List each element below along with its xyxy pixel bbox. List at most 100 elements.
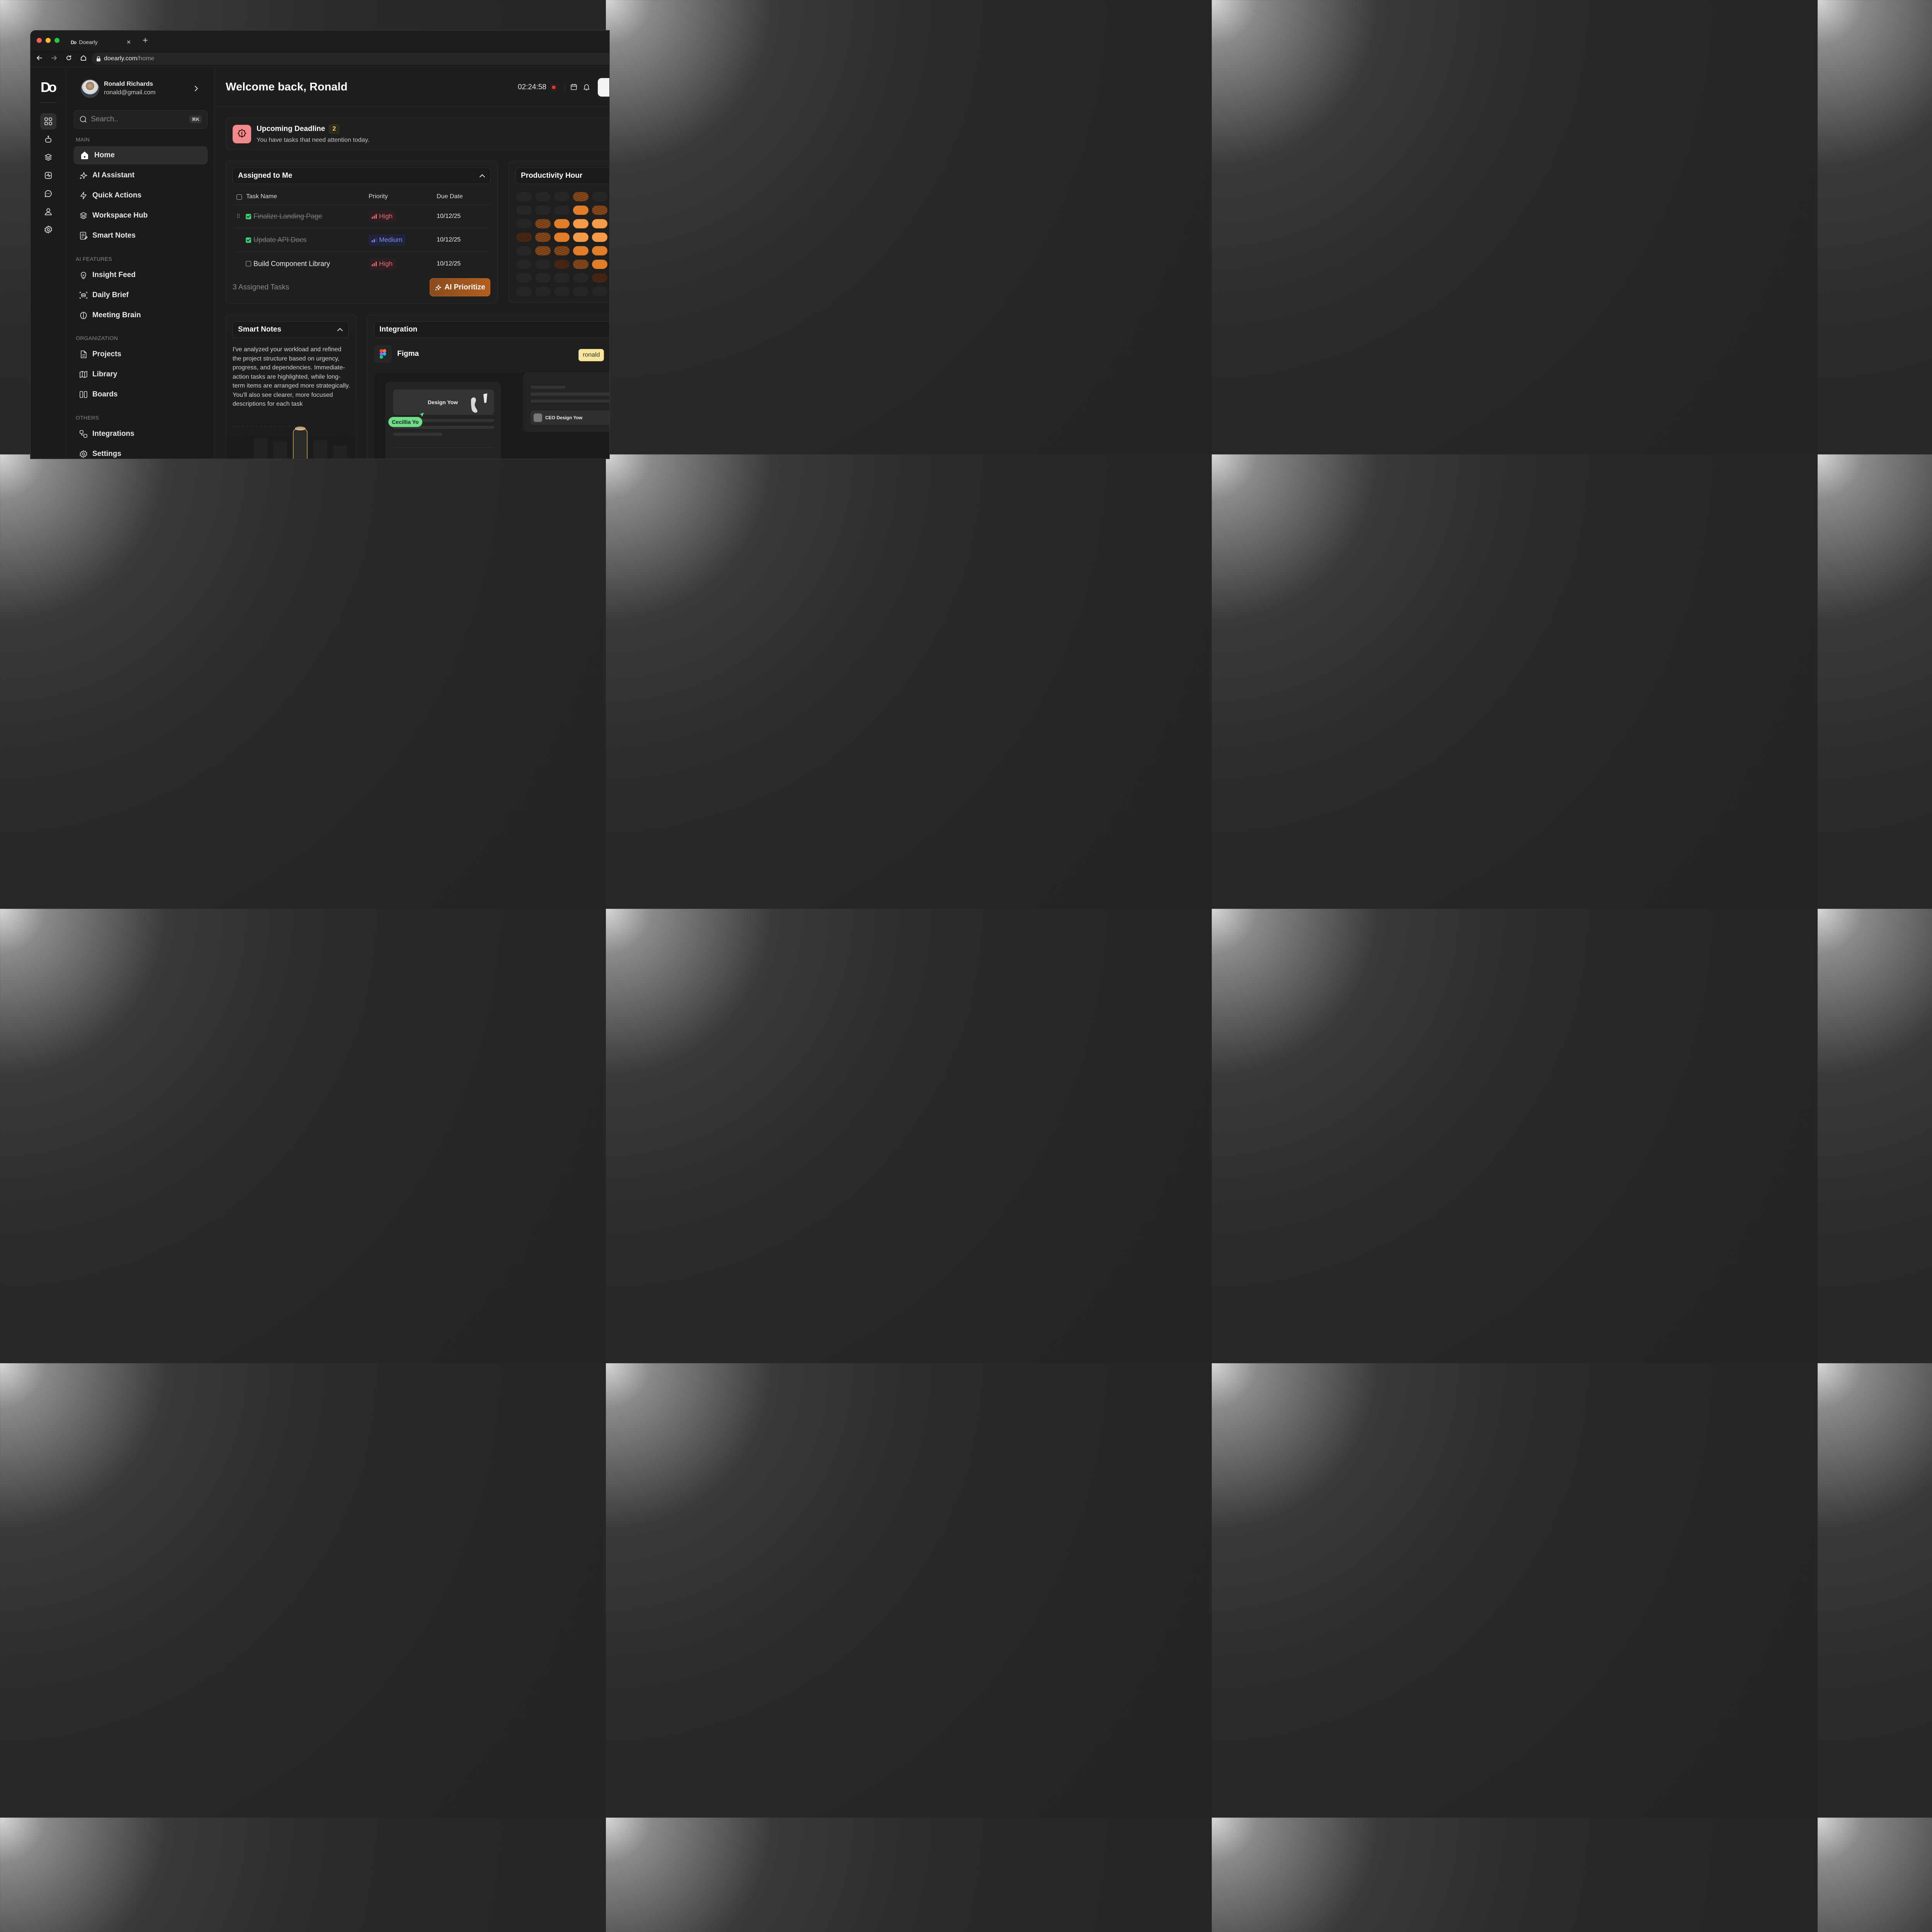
deadline-card[interactable]: Upcoming Deadline 2 You have tasks that … bbox=[226, 117, 609, 150]
heatmap-cell bbox=[516, 219, 532, 228]
bulb-icon bbox=[81, 272, 86, 279]
ceo-chip-label: CEO Design Yow bbox=[545, 415, 583, 420]
window-controls bbox=[37, 38, 60, 43]
rail-chat-button[interactable] bbox=[40, 185, 56, 202]
assigned-header[interactable]: Assigned to Me bbox=[233, 168, 491, 184]
robot-icon bbox=[45, 136, 51, 143]
sidebar-item-ai-assistant[interactable]: AI Assistant bbox=[74, 167, 207, 184]
priority-badge: High bbox=[369, 211, 396, 222]
home-browser-icon[interactable] bbox=[80, 54, 87, 61]
rail-dashboard-button[interactable] bbox=[40, 113, 56, 129]
browser-tab[interactable]: Do Doearly ✕ bbox=[66, 35, 136, 49]
sidebar-item-label: Home bbox=[94, 151, 115, 159]
drag-handle-icon[interactable]: ⠿ bbox=[236, 213, 240, 220]
section-ai-label: AI FEATURES bbox=[76, 256, 112, 262]
alert-badge-icon bbox=[233, 125, 251, 143]
select-all-checkbox[interactable] bbox=[236, 194, 242, 200]
calendar-icon[interactable] bbox=[570, 83, 578, 91]
ai-prioritize-label: AI Prioritize bbox=[444, 283, 485, 291]
integration-header[interactable]: Integration bbox=[374, 321, 609, 338]
rail-layers-button[interactable] bbox=[40, 149, 56, 165]
cursor-arrow-icon bbox=[418, 412, 425, 418]
ai-prioritize-button[interactable]: AI Prioritize bbox=[430, 278, 490, 296]
priority-badge: Medium bbox=[369, 234, 406, 246]
sidebar-item-integrations[interactable]: Integrations bbox=[74, 425, 207, 443]
browser-window: Do Doearly ✕ + doearly.com /home Do Rona… bbox=[30, 30, 610, 459]
preview-divider bbox=[393, 447, 494, 448]
close-window-button[interactable] bbox=[37, 38, 42, 43]
page-title: Welcome back, Ronald bbox=[226, 81, 348, 93]
table-header: Task Name Priority Due Date bbox=[233, 191, 491, 205]
figma-label: Figma bbox=[397, 350, 419, 358]
heatmap-cell bbox=[516, 287, 532, 296]
section-others-label: OTHERS bbox=[76, 415, 99, 421]
back-arrow-icon[interactable] bbox=[36, 54, 43, 61]
url-path: /home bbox=[137, 55, 155, 62]
table-row[interactable]: Update API Docs Medium 10/12/25 bbox=[233, 228, 491, 252]
heatmap-cell bbox=[516, 273, 532, 282]
sidebar-item-insight-feed[interactable]: Insight Feed bbox=[74, 266, 207, 284]
sidebar-item-meeting-brain[interactable]: Meeting Brain bbox=[74, 306, 207, 324]
sidebar-item-projects[interactable]: Projects bbox=[74, 345, 207, 363]
preview-panel: Design Yow Cecillia Yo bbox=[385, 382, 501, 459]
deadline-title-text: Upcoming Deadline bbox=[257, 125, 325, 133]
task-checkbox[interactable] bbox=[246, 261, 251, 267]
sidebar-item-library[interactable]: Library bbox=[74, 366, 207, 383]
user-profile[interactable]: Ronald Richards ronald@gmail.com bbox=[81, 79, 156, 98]
bell-icon[interactable] bbox=[583, 83, 590, 91]
rail-activity-button[interactable] bbox=[40, 167, 56, 184]
figma-integration-row[interactable]: Figma bbox=[374, 345, 419, 363]
chevron-up-icon[interactable] bbox=[337, 327, 343, 333]
close-tab-icon[interactable]: ✕ bbox=[126, 39, 131, 46]
sidebar-item-home[interactable]: Home bbox=[74, 146, 207, 164]
sidebar-item-workspace-hub[interactable]: Workspace Hub bbox=[74, 207, 207, 224]
url-host: doearly.com bbox=[104, 55, 137, 62]
sidebar: Ronald Richards ronald@gmail.com ⌘K MAIN… bbox=[66, 67, 214, 459]
assigned-count: 3 Assigned Tasks bbox=[233, 283, 289, 291]
url-field[interactable]: doearly.com /home bbox=[92, 53, 609, 65]
session-timer[interactable]: 02:24:58 bbox=[518, 83, 557, 92]
table-row[interactable]: ⠿ Finalize Landing Page High 10/12/25 bbox=[233, 205, 491, 228]
heatmap-cell bbox=[535, 287, 551, 296]
tab-title: Doearly bbox=[79, 39, 98, 45]
sidebar-item-daily-brief[interactable]: Daily Brief bbox=[74, 286, 207, 304]
smart-notes-header[interactable]: Smart Notes bbox=[233, 321, 349, 338]
record-stop-icon[interactable] bbox=[550, 84, 557, 91]
home-icon bbox=[81, 151, 88, 159]
sidebar-item-label: Workspace Hub bbox=[92, 211, 148, 219]
book-icon bbox=[80, 371, 87, 378]
heatmap-cell bbox=[573, 192, 588, 201]
address-bar: doearly.com /home bbox=[31, 51, 609, 67]
sidebar-item-smart-notes[interactable]: Smart Notes bbox=[74, 227, 207, 245]
avatar bbox=[534, 413, 542, 422]
search-shortcut: ⌘K bbox=[189, 116, 202, 123]
maximize-window-button[interactable] bbox=[54, 38, 60, 43]
rail-profile-button[interactable] bbox=[40, 204, 56, 220]
heatmap-cell bbox=[554, 260, 570, 269]
task-checkbox[interactable] bbox=[246, 214, 251, 219]
task-checkbox[interactable] bbox=[246, 237, 251, 243]
chevron-right-icon[interactable] bbox=[194, 85, 199, 92]
search-input[interactable] bbox=[91, 115, 186, 124]
forward-arrow-icon[interactable] bbox=[51, 54, 58, 61]
sidebar-item-boards[interactable]: Boards bbox=[74, 386, 207, 403]
sparkle-icon bbox=[435, 284, 442, 291]
action-button[interactable] bbox=[598, 78, 609, 97]
sidebar-item-label: Integrations bbox=[92, 430, 134, 438]
preview-side-panel: CEO Design Yow bbox=[523, 372, 609, 432]
sidebar-item-settings[interactable]: Settings bbox=[74, 445, 207, 459]
sidebar-item-quick-actions[interactable]: Quick Actions bbox=[74, 187, 207, 204]
avatar bbox=[81, 79, 99, 98]
heatmap-cell bbox=[554, 287, 570, 296]
reload-icon[interactable] bbox=[65, 54, 72, 61]
minimize-window-button[interactable] bbox=[46, 38, 51, 43]
heatmap-cell bbox=[573, 219, 588, 228]
productivity-header[interactable]: Productivity Hour bbox=[515, 168, 609, 184]
collaborator-cursor-label: Cecillia Yo bbox=[388, 417, 422, 427]
table-row[interactable]: Build Component Library High 10/12/25 bbox=[233, 252, 491, 276]
rail-assistant-button[interactable] bbox=[40, 131, 56, 148]
new-tab-icon[interactable]: + bbox=[143, 35, 148, 46]
chevron-up-icon[interactable] bbox=[479, 173, 485, 179]
timer-value: 02:24:58 bbox=[518, 83, 546, 91]
rail-settings-button[interactable] bbox=[40, 221, 56, 238]
